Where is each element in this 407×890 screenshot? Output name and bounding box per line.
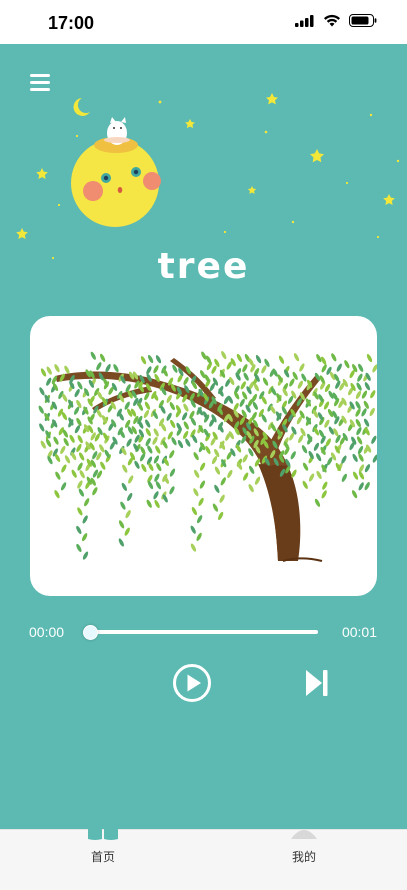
profile-tab-icon [291, 830, 317, 839]
word-image-card [30, 316, 377, 596]
skip-next-icon [306, 670, 322, 696]
bottom-tab-bar: 首页 我的 [0, 827, 407, 890]
status-icons [295, 14, 377, 27]
hamburger-menu-icon[interactable] [30, 74, 50, 91]
home-tab-icon [88, 827, 118, 840]
tab-mine-label: 我的 [291, 850, 316, 864]
status-bar: 17:00 [0, 0, 407, 44]
tab-mine[interactable]: 我的 [244, 830, 364, 890]
wifi-icon [324, 14, 340, 27]
cellular-signal-icon [295, 14, 314, 27]
crescent-moon-icon [73, 98, 90, 116]
tab-home-label: 首页 [90, 850, 115, 864]
battery-icon [349, 14, 377, 27]
progress-thumb[interactable] [83, 625, 98, 640]
total-time: 00:01 [341, 624, 377, 640]
play-icon [187, 674, 201, 692]
current-time: 00:00 [29, 624, 65, 640]
play-button[interactable] [172, 663, 212, 703]
word-title: tree [157, 246, 250, 287]
moon-face-illustration [71, 117, 161, 227]
tab-home[interactable]: 首页 [43, 827, 163, 890]
willow-tree-illustration [38, 351, 377, 562]
status-time: 17:00 [48, 13, 95, 33]
skip-next-button[interactable] [305, 669, 329, 697]
progress-track[interactable] [90, 630, 318, 634]
